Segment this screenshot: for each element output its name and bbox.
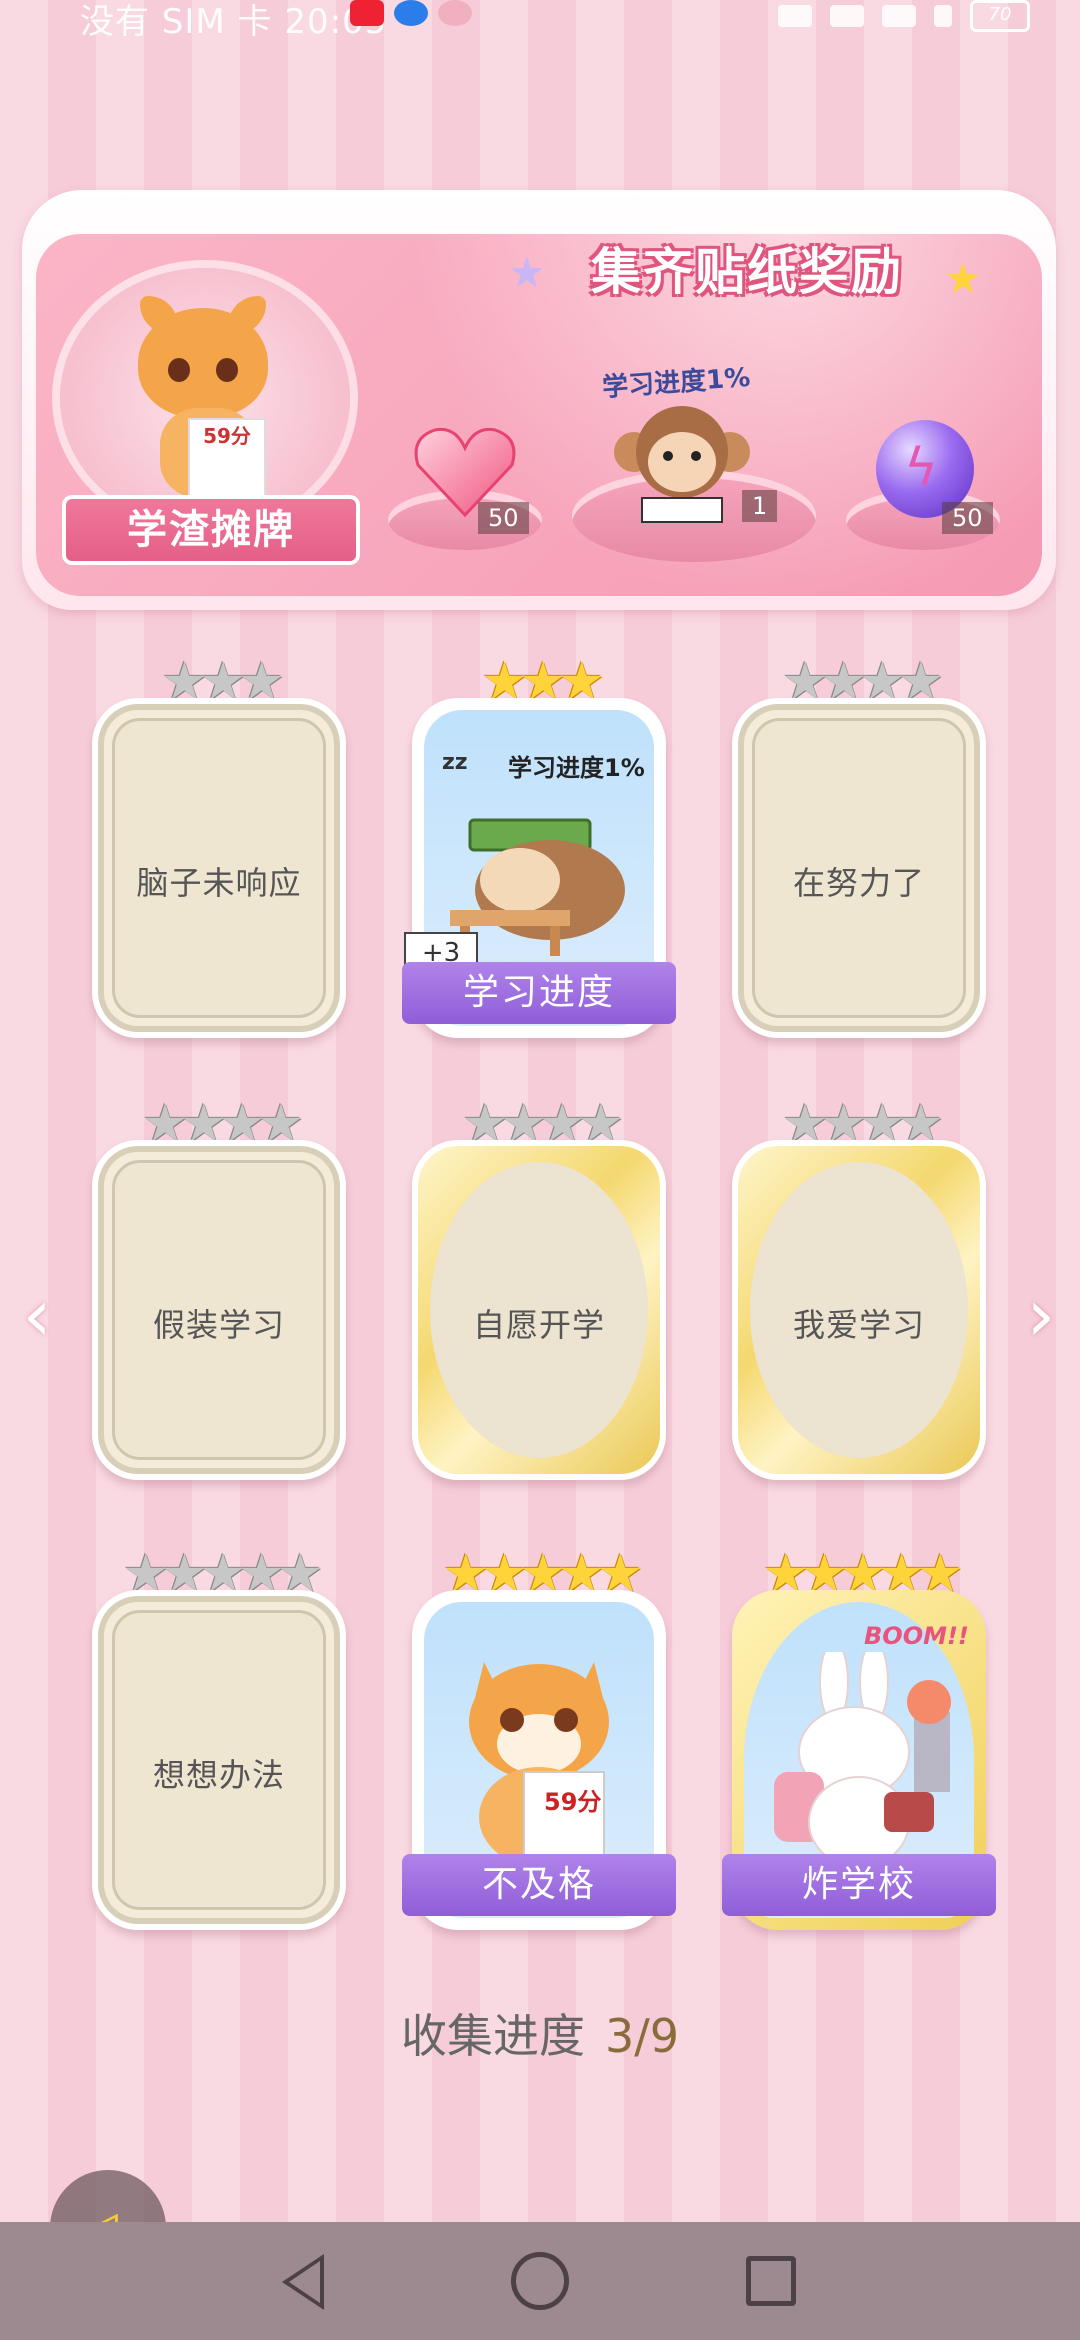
notification-icons: [350, 0, 472, 26]
card-label: 脑子未响应: [136, 864, 302, 902]
sticker-card-locked-gold[interactable]: ★★★★ 自愿开学: [412, 1098, 666, 1480]
game-app-icon: [438, 0, 472, 26]
sticker-card-collected[interactable]: ★★★★★ BOOM!! 炸学校: [722, 1548, 996, 1930]
nav-home-button[interactable]: [511, 2252, 569, 2310]
sticker-card-locked[interactable]: ★★★★★ 想想办法: [92, 1548, 346, 1930]
tiger-head: [138, 308, 268, 418]
eye-icon: [778, 5, 812, 27]
card-label: 想想办法: [152, 1756, 285, 1794]
zz-text: zz: [442, 750, 468, 775]
reward-count: 50: [942, 502, 993, 534]
tiger-eye: [168, 358, 190, 382]
card-caption: 学习进度1%: [508, 754, 645, 782]
nav-recents-button[interactable]: [746, 2256, 796, 2306]
sticker-card-locked[interactable]: ★★★ 脑子未响应: [92, 656, 346, 1038]
progress-value: 3/9: [604, 2009, 680, 2063]
avatar: 59分: [60, 268, 350, 528]
status-right: 70: [778, 0, 1030, 32]
monkey-sticker-icon[interactable]: [612, 400, 752, 530]
tiger-illustration: [469, 1662, 609, 1862]
prev-page-arrow[interactable]: ‹: [12, 1279, 62, 1351]
wifi-icon: [882, 5, 916, 27]
status-bar: 没有 SIM 卡 20:05 70: [0, 0, 1080, 43]
sticker-card-locked[interactable]: ★★★★ 在努力了: [732, 656, 986, 1038]
card-label: 在努力了: [792, 864, 925, 902]
card-label: 我爱学习: [792, 1306, 925, 1344]
sticker-card-locked-gold[interactable]: ★★★★ 我爱学习: [732, 1098, 986, 1480]
sticker-card-collected[interactable]: ★★★ zz 学习进度1% +3 学习进度: [402, 656, 676, 1038]
card-ribbon: 学习进度: [402, 962, 676, 1024]
star-icon: ★: [508, 248, 546, 297]
lightning-icon: ϟ: [904, 438, 939, 498]
next-page-arrow[interactable]: ›: [1016, 1279, 1066, 1351]
card-label: 自愿开学: [472, 1306, 605, 1344]
collection-progress: 收集进度 3/9: [0, 2000, 1080, 2066]
huawei-app-icon: [350, 0, 384, 26]
system-nav-bar: [0, 2222, 1080, 2340]
chevron-right-icon: ›: [1026, 1273, 1056, 1357]
alert-icon: [934, 5, 952, 27]
star-icon: ★: [944, 254, 982, 303]
sticker-card-locked[interactable]: ★★★★ 假装学习: [92, 1098, 346, 1480]
avatar-label: 学渣摊牌: [62, 495, 360, 565]
battery-icon: 70: [970, 0, 1030, 32]
score-text: 59分: [544, 1788, 602, 1816]
score-paper: 59分: [188, 418, 266, 506]
chevron-left-icon: ‹: [22, 1273, 52, 1357]
rabbit-illustration: [774, 1652, 951, 1868]
nav-back-button[interactable]: [282, 2254, 324, 2310]
sticker-card-collected[interactable]: ★★★★★ 59分 不及格: [402, 1548, 676, 1930]
boom-text: BOOM!!: [864, 1622, 969, 1650]
mute-icon: [830, 5, 864, 27]
card-ribbon: 炸学校: [722, 1854, 996, 1916]
card-label: 假装学习: [152, 1306, 285, 1344]
status-left: 没有 SIM 卡 20:05: [80, 0, 387, 43]
reward-count: 1: [742, 490, 778, 522]
tiger-eye: [216, 358, 238, 382]
reward-count: 50: [478, 502, 529, 534]
card-ribbon: 不及格: [402, 1854, 676, 1916]
banner-title: 集齐贴纸奖励: [591, 243, 903, 301]
browser-app-icon: [394, 0, 428, 26]
carrier-text: 没有 SIM 卡: [80, 2, 273, 42]
progress-label: 收集进度: [400, 2009, 585, 2063]
